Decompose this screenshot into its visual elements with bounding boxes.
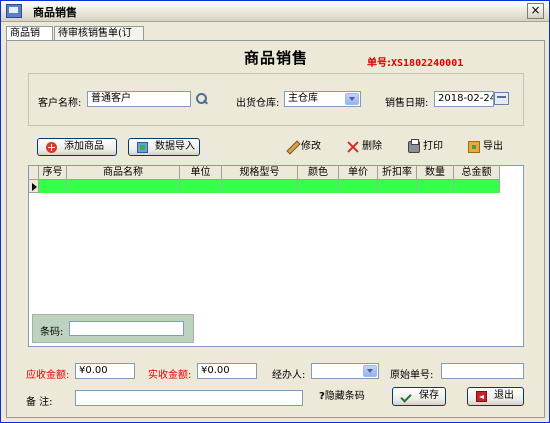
original-number-label: 原始单号: [390, 370, 434, 381]
tab-pending-orders[interactable]: 待审核销售单(订单) [54, 26, 144, 52]
order-number-value: XS1802240001 [391, 58, 464, 69]
export-icon [468, 141, 480, 153]
table-cell[interactable] [180, 180, 222, 193]
app-icon [6, 4, 22, 18]
column-header[interactable]: 折扣率 [378, 166, 417, 180]
plus-icon [46, 142, 57, 153]
delete-label: 删除 [362, 141, 382, 152]
warehouse-label: 出货仓库: [236, 98, 280, 109]
tab-product-sales[interactable]: 商品销售 [6, 26, 53, 52]
exit-label: 退出 [494, 390, 514, 401]
chevron-down-icon[interactable] [345, 93, 359, 105]
close-button[interactable]: × [527, 3, 544, 19]
handler-label: 经办人: [272, 370, 306, 381]
column-header[interactable]: 序号 [39, 166, 67, 180]
print-label: 打印 [423, 141, 443, 152]
receivable-label: 应收金额: [26, 370, 70, 381]
sale-date-input[interactable]: 2018-02-24 [434, 91, 494, 107]
order-number-label: 单号: [367, 58, 391, 69]
table-cell[interactable] [417, 180, 454, 193]
edit-label: 修改 [301, 141, 321, 152]
close-icon: × [530, 3, 541, 17]
delete-icon [347, 141, 359, 153]
pencil-icon [286, 141, 298, 153]
barcode-input[interactable] [69, 321, 184, 336]
table-cell[interactable] [298, 180, 339, 193]
receivable-input[interactable]: ¥0.00 [75, 363, 135, 379]
column-header[interactable]: 单价 [339, 166, 378, 180]
column-header[interactable]: 规格型号 [222, 166, 298, 180]
search-icon[interactable] [195, 92, 208, 105]
column-header[interactable]: 数量 [417, 166, 454, 180]
title-bar: 商品销售 × [1, 1, 549, 22]
remark-label: 备 注: [26, 397, 53, 408]
exit-icon [476, 391, 487, 402]
form-title: 商品销售 [244, 49, 309, 67]
original-number-input[interactable] [441, 363, 524, 379]
column-header[interactable]: 颜色 [298, 166, 339, 180]
row-selector-arrow-icon[interactable] [29, 180, 39, 193]
export-label: 导出 [483, 141, 503, 152]
customer-label: 客户名称: [38, 98, 82, 109]
received-label: 实收金额: [148, 370, 192, 381]
table-cell[interactable] [67, 180, 180, 193]
exit-button[interactable]: 退出 [467, 387, 524, 406]
table-cell[interactable] [454, 180, 500, 193]
grid-corner [29, 166, 39, 180]
hide-barcode-link[interactable]: ?隐藏条码 [319, 390, 365, 403]
save-label: 保存 [419, 390, 439, 401]
calendar-icon[interactable] [494, 92, 509, 105]
table-cell[interactable] [222, 180, 298, 193]
received-input[interactable]: ¥0.00 [197, 363, 257, 379]
import-data-button[interactable]: 数据导入 [128, 138, 200, 156]
sale-date-label: 销售日期: [385, 98, 429, 109]
column-header[interactable]: 商品名称 [67, 166, 180, 180]
add-product-button[interactable]: 添加商品 [37, 138, 117, 156]
delete-button[interactable]: 删除 [347, 139, 387, 155]
column-header[interactable]: 单位 [180, 166, 222, 180]
column-header[interactable]: 总金额 [454, 166, 500, 180]
window-title: 商品销售 [33, 6, 77, 19]
warehouse-value: 主仓库 [288, 93, 318, 104]
add-product-label: 添加商品 [64, 141, 104, 152]
printer-icon [408, 139, 420, 153]
handler-select[interactable] [311, 363, 379, 379]
customer-input[interactable]: 普通客户 [87, 91, 191, 107]
table-cell[interactable] [339, 180, 378, 193]
import-icon [137, 142, 148, 153]
edit-button[interactable]: 修改 [286, 139, 326, 155]
warehouse-select[interactable]: 主仓库 [284, 91, 361, 107]
barcode-label: 条码: [40, 327, 64, 338]
remark-input[interactable] [75, 390, 303, 406]
hide-barcode-label: 隐藏条码 [324, 391, 365, 402]
table-cell[interactable] [39, 180, 67, 193]
export-button[interactable]: 导出 [468, 139, 508, 155]
save-button[interactable]: 保存 [392, 387, 446, 406]
table-row[interactable] [39, 180, 500, 193]
check-icon [401, 391, 412, 402]
order-number: 单号:XS1802240001 [367, 54, 463, 69]
import-data-label: 数据导入 [155, 141, 195, 152]
sales-window: 商品销售 × 商品销售 待审核销售单(订单) 商品销售 单号:XS1802240… [0, 0, 550, 423]
print-button[interactable]: 打印 [408, 139, 448, 155]
table-cell[interactable] [378, 180, 417, 193]
chevron-down-icon[interactable] [363, 365, 377, 377]
